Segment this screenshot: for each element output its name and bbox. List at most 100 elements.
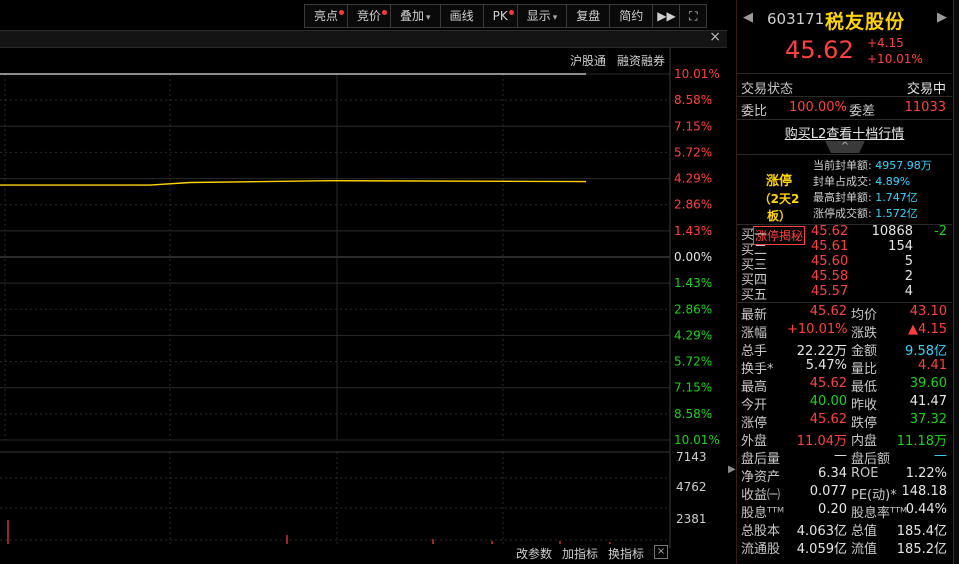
- trade-status-value: 交易中: [906, 82, 946, 97]
- add-indicator-button[interactable]: 加指标: [562, 545, 598, 562]
- stat-label: PE(动)*: [851, 488, 897, 503]
- bid-level: 买五: [741, 288, 768, 303]
- stat-value: 1.22%: [905, 466, 947, 481]
- toolbar-button-label: 显示: [526, 9, 551, 23]
- buy-l2-link[interactable]: 购买L2查看十档行情: [737, 123, 952, 142]
- stat-label: 股息ᵀᵀᴹ: [741, 506, 785, 521]
- indicator-toolbar: 改参数 加指标 换指标 ×: [516, 545, 669, 562]
- stat-value: 0.20: [818, 502, 847, 517]
- volume-axis-label: 4762: [676, 480, 707, 494]
- seal-label: 封单占成交:: [813, 175, 872, 188]
- bid-row[interactable]: 买五 45.57 4: [741, 284, 947, 303]
- divider: [737, 302, 952, 303]
- collapse-icon[interactable]: ^: [825, 141, 865, 153]
- bid-volume: 4: [904, 284, 913, 299]
- seal-row: 最高封单额: 1.747亿: [813, 189, 918, 205]
- right-edge-panel: [953, 0, 959, 564]
- prev-stock-icon[interactable]: ◀: [743, 10, 753, 25]
- stat-row: 换手* 5.47% 量比 4.41: [741, 358, 947, 377]
- stat-row: 盘后量 — 盘后额 —: [741, 448, 947, 467]
- next-stock-icon[interactable]: ▶: [937, 10, 947, 25]
- stat-value: 22.22万: [796, 344, 847, 359]
- toolbar-button-label: 简约: [619, 9, 644, 23]
- bid-row[interactable]: 买三 45.60 5: [741, 254, 947, 273]
- stat-label: 收益㈠: [741, 488, 781, 503]
- chart-header-bar: ×: [0, 29, 727, 48]
- price-change-pct: +10.01%: [867, 52, 923, 66]
- toolbar-button-label: 亮点: [314, 9, 339, 23]
- bid-price: 45.62: [811, 224, 849, 239]
- bid-volume: 2: [904, 269, 913, 284]
- pct-axis-label: 8.58%: [674, 93, 712, 107]
- stat-label: 涨停: [741, 416, 768, 431]
- intraday-chart: 沪股通 融资融券 10.01% 8.58% 7.15% 5.72% 4.29% 2.86%…: [0, 48, 720, 548]
- stat-row: 涨停 45.62 跌停 37.32: [741, 412, 947, 431]
- divider: [737, 119, 952, 120]
- toolbar-button-4[interactable]: PK: [482, 4, 517, 28]
- switch-indicator-button[interactable]: 换指标: [608, 545, 644, 562]
- toolbar-button-0[interactable]: 亮点: [304, 4, 348, 28]
- chevron-down-icon: ▾: [426, 13, 431, 23]
- toolbar-button-label: 竞价: [357, 9, 382, 23]
- close-chart-icon[interactable]: ×: [709, 29, 721, 45]
- toolbar-button-label: 复盘: [576, 9, 601, 23]
- bid-volume: 10868: [871, 224, 913, 239]
- expand-panel-icon[interactable]: ▶: [728, 464, 736, 475]
- pct-axis-label: 7.15%: [674, 119, 712, 133]
- stat-label: 量比: [851, 362, 878, 377]
- stat-label: 盘后量: [741, 452, 781, 467]
- close-indicator-icon[interactable]: ×: [654, 545, 669, 559]
- pct-axis-label: 8.58%: [674, 407, 712, 421]
- bid-row[interactable]: 买二 45.61 154: [741, 239, 947, 258]
- stat-label: 流值: [851, 542, 878, 557]
- stock-name: 税友股份: [825, 11, 906, 33]
- toolbar-button-2[interactable]: 叠加 ▾: [390, 4, 440, 28]
- pct-axis-label: 4.29%: [674, 172, 712, 186]
- edit-params-button[interactable]: 改参数: [516, 545, 552, 562]
- seal-row: 封单占成交: 4.89%: [813, 173, 910, 189]
- stat-row: 总股本 4.063亿 总值 185.4亿: [741, 520, 947, 539]
- fullscreen-icon[interactable]: ⛶: [679, 4, 708, 28]
- stat-value: 43.10: [909, 304, 947, 319]
- toolbar-button-5[interactable]: 显示 ▾: [516, 4, 567, 28]
- volume-axis-label: 7143: [676, 450, 707, 464]
- stat-value: 4.063亿: [796, 524, 847, 539]
- volume-axis-label: 2381: [676, 512, 707, 526]
- stat-value: 0.077: [809, 484, 847, 499]
- stat-row: 收益㈠ 0.077 PE(动)* 148.18: [741, 484, 947, 503]
- toolbar-button-label: PK: [492, 9, 508, 23]
- order-diff-value: 11033: [904, 100, 946, 115]
- pct-axis-label: 1.43%: [674, 224, 712, 238]
- stat-value: —: [934, 448, 947, 463]
- stat-label: 涨幅: [741, 326, 768, 341]
- pct-axis-label: 5.72%: [674, 355, 712, 369]
- seal-value: 4.89%: [875, 175, 911, 188]
- stat-row: 最高 45.62 最低 39.60: [741, 376, 947, 395]
- order-diff-label: 委差: [849, 104, 876, 119]
- stat-value: —: [834, 448, 847, 463]
- pct-axis-label: 1.43%: [674, 276, 712, 290]
- hk-connect-link[interactable]: 沪股通: [570, 54, 606, 68]
- stat-row: 总手 22.22万 金额 9.58亿: [741, 340, 947, 359]
- toolbar-button-7[interactable]: 简约: [609, 4, 653, 28]
- fast-forward-icon[interactable]: ▶▶: [652, 4, 680, 28]
- bid-row[interactable]: 买一 45.62 10868 -2: [741, 224, 947, 243]
- toolbar-button-1[interactable]: 竞价: [347, 4, 391, 28]
- red-dot-icon: [339, 10, 345, 15]
- stat-row: 今开 40.00 昨收 41.47: [741, 394, 947, 413]
- margin-trading-link[interactable]: 融资融券: [617, 53, 665, 68]
- stat-label: 总股本: [741, 524, 781, 539]
- stat-row: 流通股 4.059亿 流值 185.2亿: [741, 538, 947, 557]
- bid-volume: 5: [904, 254, 913, 269]
- bid-row[interactable]: 买四 45.58 2: [741, 269, 947, 288]
- stat-row: 净资产 6.34 ROE 1.22%: [741, 466, 947, 485]
- red-dot-icon: [508, 10, 514, 15]
- stat-label: 最新: [741, 308, 768, 323]
- stat-value: 5.47%: [805, 358, 847, 373]
- stat-label: 净资产: [741, 470, 781, 485]
- stat-label: 换手*: [741, 362, 774, 377]
- toolbar-button-6[interactable]: 复盘: [566, 4, 610, 28]
- toolbar-button-label: 叠加: [400, 9, 425, 23]
- stock-code: 603171: [767, 10, 825, 28]
- toolbar-button-3[interactable]: 画线: [439, 4, 483, 28]
